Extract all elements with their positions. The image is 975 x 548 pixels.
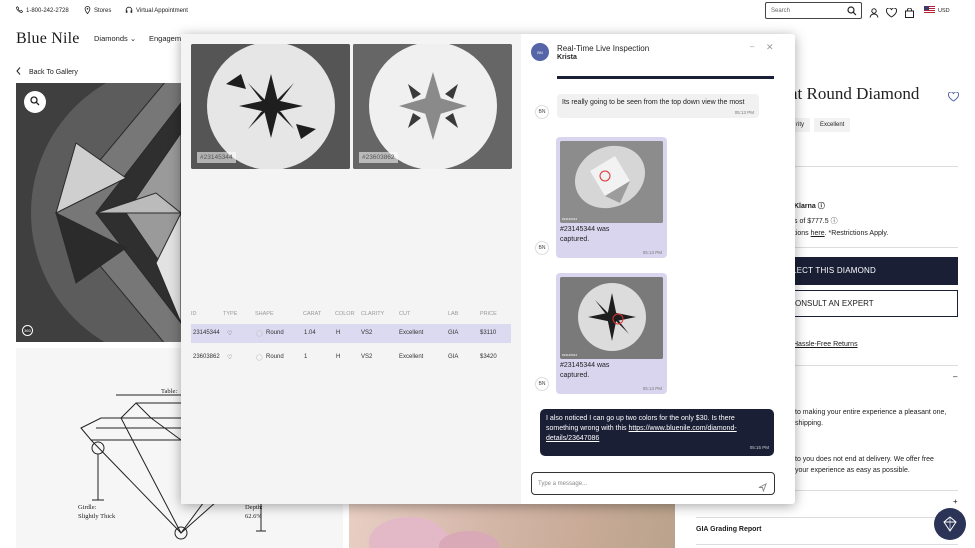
chat-image-message[interactable]: #23145344 #23145344 was captured. 05:13 … — [556, 273, 667, 394]
nav-engagement[interactable]: Engagem — [149, 34, 181, 43]
search-input[interactable]: Search — [765, 2, 862, 19]
select-diamond-button[interactable]: LECT THIS DIAMOND — [790, 257, 958, 285]
diamond-thumbnail[interactable]: #23603862 — [353, 44, 512, 169]
col-header-shape: SHAPE — [255, 311, 274, 317]
gia-report-accordion[interactable]: GIA Grading Report — [696, 526, 761, 533]
captured-diamond-image[interactable]: #23145344 — [560, 277, 663, 359]
blue-nile-logo[interactable]: Blue Nile — [16, 30, 80, 48]
chevron-down-icon: ⌄ — [129, 34, 137, 43]
agent-avatar: BN — [531, 43, 549, 61]
divider — [790, 365, 958, 366]
currency-selector[interactable]: USD — [924, 6, 950, 15]
stores-link[interactable]: Stores — [84, 5, 111, 16]
info-icon[interactable]: ⓘ — [831, 218, 838, 225]
search-icon[interactable] — [847, 6, 857, 18]
round-shape-icon: ◯ — [256, 355, 263, 361]
cut-tag[interactable]: Excellent — [814, 118, 851, 132]
table-row[interactable]: 23603862 ♡ ◯ Round 1 H VS2 Excellent GIA… — [191, 348, 511, 367]
consult-expert-button[interactable]: ONSULT AN EXPERT — [790, 290, 958, 317]
view-360-icon[interactable]: 360 — [22, 325, 33, 336]
captured-diamond-image[interactable]: #23145344 — [560, 141, 663, 223]
divider — [696, 517, 958, 518]
virtual-appointment-link[interactable]: Virtual Appointment — [125, 6, 188, 16]
options-here-link[interactable]: here — [811, 230, 825, 237]
chat-title: Real-Time Live Inspection — [557, 44, 650, 53]
col-header-lab: LAB — [448, 311, 459, 317]
col-header-color: COLOR — [335, 311, 355, 317]
back-to-gallery-link[interactable]: Back To Gallery — [16, 67, 78, 77]
chevron-left-icon — [16, 67, 21, 77]
magnifier-icon — [30, 93, 40, 111]
klarna-price: s of $777.5 ⓘ — [794, 218, 838, 225]
diamond-thumbnail[interactable]: #23145344 — [191, 44, 350, 169]
account-icon[interactable] — [869, 5, 879, 23]
col-header-price: PRICE — [480, 311, 497, 317]
phone-link[interactable]: 1-800-242-2728 — [15, 6, 69, 15]
col-header-clarity: CLARITY — [361, 311, 385, 317]
service-text-1: to making your entire experience a pleas… — [795, 409, 947, 427]
heart-icon[interactable]: ♡ — [227, 330, 232, 337]
col-header-cut: CUT — [399, 311, 411, 317]
col-header-carat: CARAT — [303, 311, 322, 317]
financing-options: ptions here. *Restrictions Apply. — [790, 230, 889, 237]
sender-avatar: BN — [535, 241, 549, 255]
heart-icon[interactable]: ♡ — [227, 354, 232, 361]
collapse-icon[interactable]: – — [953, 372, 957, 381]
zoom-button[interactable] — [24, 91, 46, 113]
nav-diamonds[interactable]: Diamonds ⌄ — [94, 34, 136, 43]
col-header-type: TYPE — [223, 311, 238, 317]
chat-message-outgoing: I also noticed I can go up two colors fo… — [540, 409, 774, 456]
bag-icon[interactable] — [905, 5, 914, 23]
divider — [696, 544, 958, 545]
send-icon[interactable] — [758, 479, 767, 497]
phone-icon — [15, 6, 24, 15]
expand-icon[interactable]: + — [953, 497, 958, 506]
us-flag-icon — [924, 6, 935, 15]
chat-image-message[interactable]: #23145344 #23145344 was captured. 05:13 … — [556, 137, 667, 258]
product-title: at Round Diamond — [790, 84, 920, 103]
divider — [790, 247, 958, 248]
diamond-details-link[interactable]: https://www.bluenile.com/diamond- — [629, 425, 737, 432]
wishlist-heart-icon[interactable] — [947, 89, 960, 107]
sender-avatar: BN — [535, 105, 549, 119]
chat-message-input[interactable]: Type a message... — [531, 472, 775, 495]
close-icon[interactable]: ✕ — [766, 42, 774, 53]
klarna-label: Klarna ⓘ — [794, 203, 825, 210]
agent-name: Krista — [557, 54, 577, 61]
minimize-icon[interactable]: – — [750, 42, 754, 51]
col-header-id: ID — [191, 311, 197, 317]
chat-scroll-indicator — [557, 76, 774, 79]
sender-avatar: BN — [535, 377, 549, 391]
info-icon[interactable]: ⓘ — [818, 203, 825, 210]
round-shape-icon: ◯ — [256, 331, 263, 337]
heart-icon[interactable] — [885, 5, 898, 23]
diamond-details-link[interactable]: details/23647086 — [546, 435, 599, 442]
hassle-free-returns-link[interactable]: Hassle-Free Returns — [793, 341, 858, 348]
hand-ring-image — [349, 502, 675, 548]
divider — [790, 166, 958, 167]
headset-icon — [125, 6, 133, 16]
live-chat-launcher-icon[interactable] — [934, 508, 966, 540]
chat-message: Its really going to be seen from the top… — [557, 94, 759, 118]
service-text-2: to you does not end at delivery. We offe… — [795, 456, 934, 474]
location-pin-icon — [84, 5, 91, 16]
table-row[interactable]: 23145344 ♡ ◯ Round 1.04 H VS2 Excellent … — [191, 324, 511, 343]
